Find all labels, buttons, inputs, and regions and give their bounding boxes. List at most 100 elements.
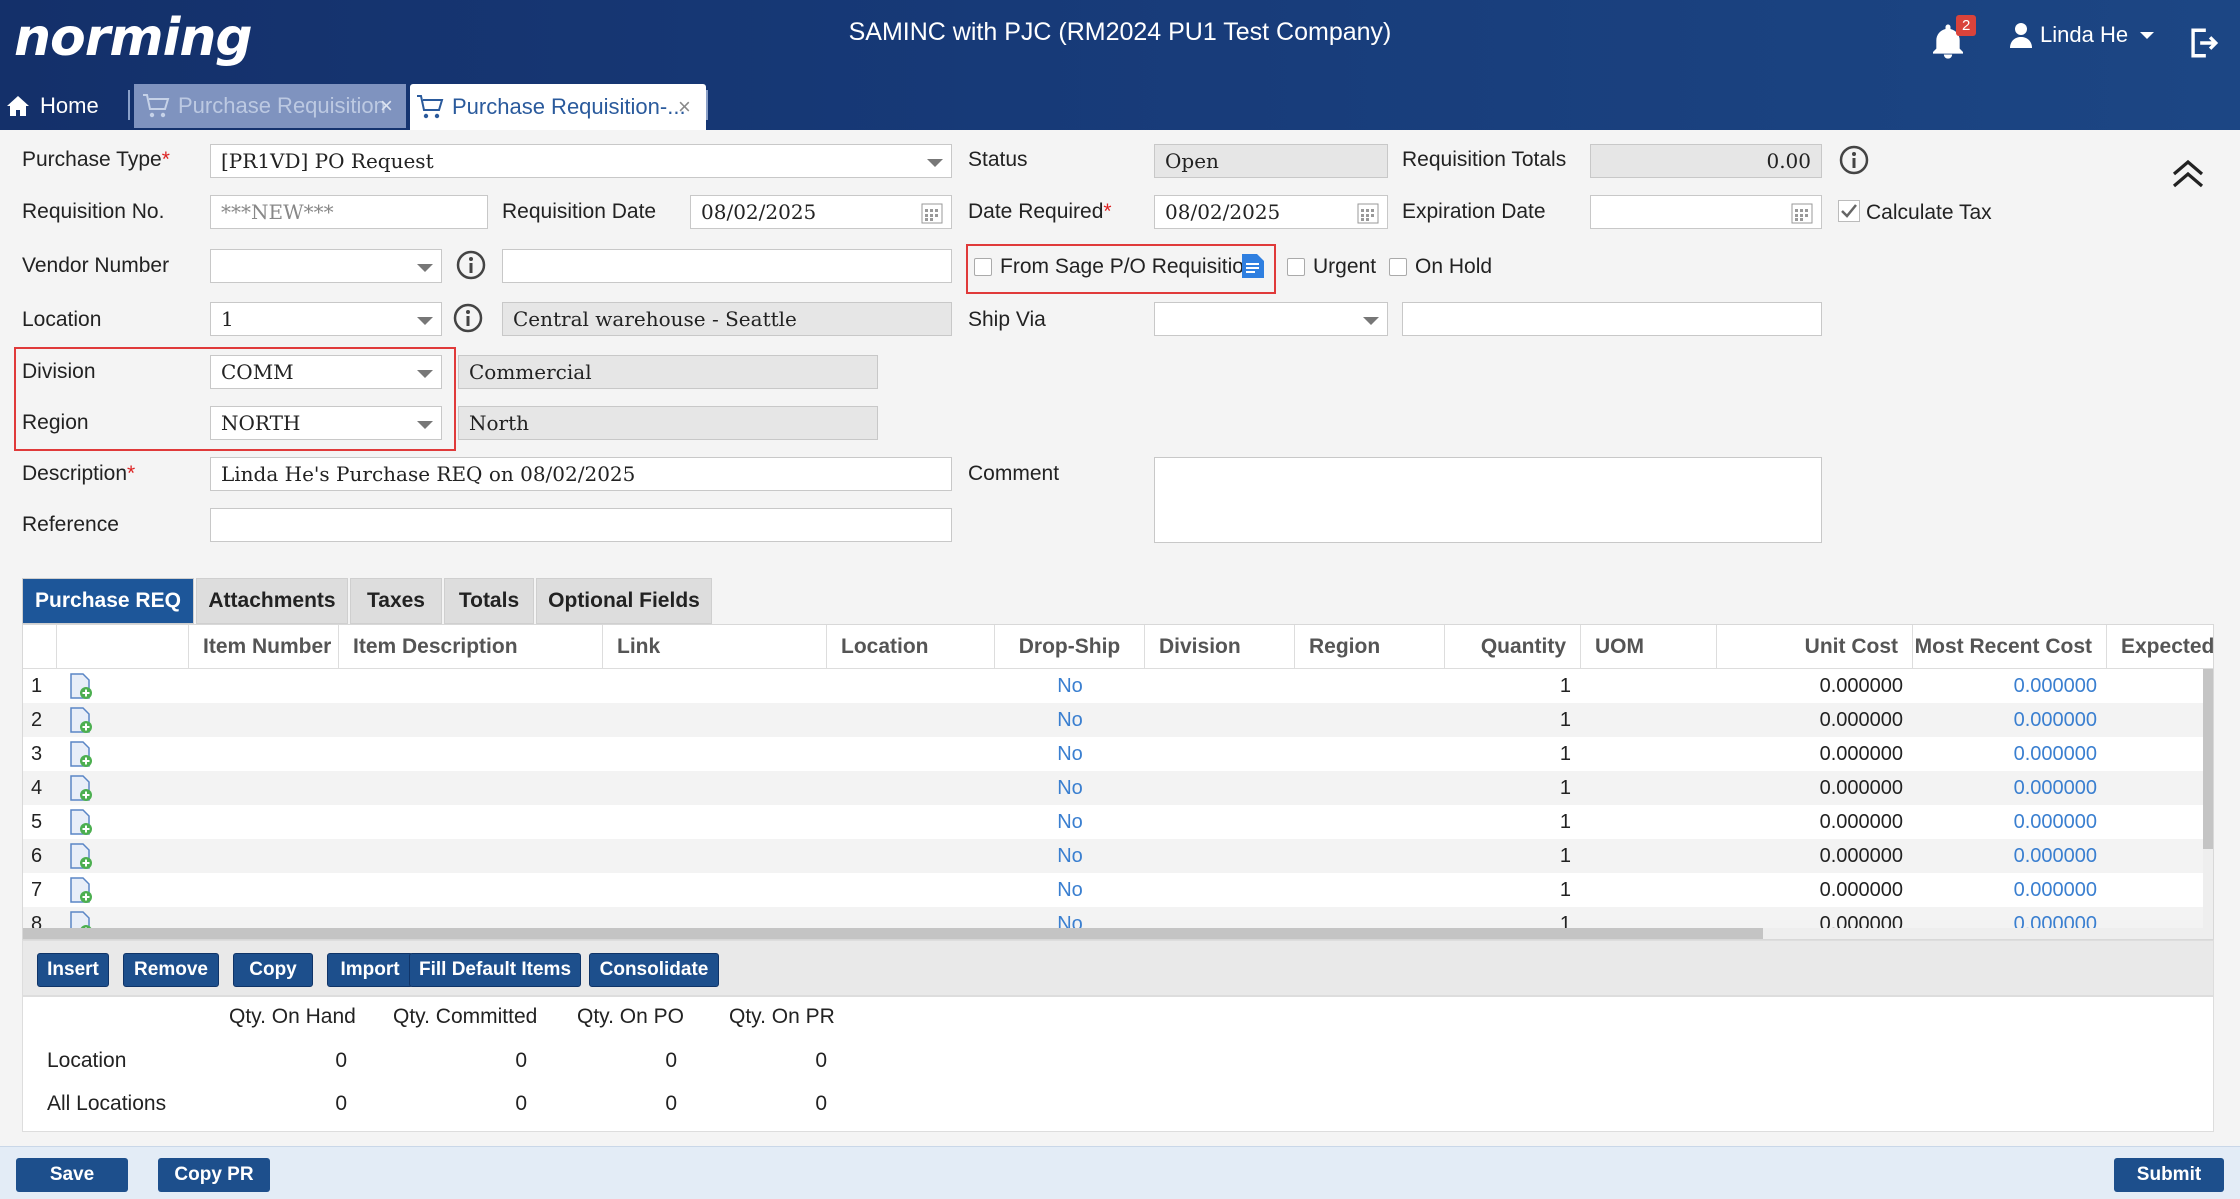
- consolidate-button[interactable]: Consolidate: [589, 953, 719, 987]
- drop-ship-link[interactable]: No: [995, 839, 1145, 873]
- quantity-cell[interactable]: 1: [1445, 669, 1571, 703]
- most-recent-cost-link[interactable]: 0.000000: [1913, 771, 2097, 805]
- calculate-tax-checkbox[interactable]: [1838, 200, 1860, 222]
- user-menu[interactable]: Linda He: [2010, 22, 2155, 48]
- info-icon[interactable]: [455, 249, 487, 281]
- division-select[interactable]: COMM: [210, 355, 442, 389]
- region-select[interactable]: NORTH: [210, 406, 442, 440]
- location-select[interactable]: 1: [210, 302, 442, 336]
- tab-totals[interactable]: Totals: [444, 578, 534, 624]
- table-row[interactable]: 2 No 1 0.000000 0.000000: [23, 703, 2203, 737]
- most-recent-cost-link[interactable]: 0.000000: [1913, 839, 2097, 873]
- table-row[interactable]: 4 No 1 0.000000 0.000000: [23, 771, 2203, 805]
- most-recent-cost-link[interactable]: 0.000000: [1913, 703, 2097, 737]
- collapse-up-icon[interactable]: [2170, 156, 2206, 190]
- add-document-icon[interactable]: [69, 672, 93, 700]
- save-button[interactable]: Save: [16, 1158, 128, 1192]
- description-field[interactable]: Linda He's Purchase REQ on 08/02/2025: [210, 457, 952, 491]
- requisition-no-field[interactable]: ***NEW***: [210, 195, 488, 229]
- drop-ship-link[interactable]: No: [995, 669, 1145, 703]
- drop-ship-link[interactable]: No: [995, 771, 1145, 805]
- tab-optional-fields[interactable]: Optional Fields: [536, 578, 712, 624]
- reference-field[interactable]: [210, 508, 952, 542]
- unit-cost-cell[interactable]: 0.000000: [1717, 873, 1903, 907]
- on-hold-checkbox[interactable]: [1389, 258, 1407, 276]
- fill-default-items-button[interactable]: Fill Default Items: [409, 953, 581, 987]
- grid-header-expected[interactable]: Expected: [2107, 625, 2213, 669]
- table-row[interactable]: 5 No 1 0.000000 0.000000: [23, 805, 2203, 839]
- expiration-date-field[interactable]: [1590, 195, 1822, 229]
- unit-cost-cell[interactable]: 0.000000: [1717, 703, 1903, 737]
- unit-cost-cell[interactable]: 0.000000: [1717, 669, 1903, 703]
- vendor-number-select[interactable]: [210, 249, 442, 283]
- table-row[interactable]: 6 No 1 0.000000 0.000000: [23, 839, 2203, 873]
- close-icon[interactable]: ×: [380, 93, 393, 119]
- remove-button[interactable]: Remove: [123, 953, 219, 987]
- table-row[interactable]: 1 No 1 0.000000 0.000000: [23, 669, 2203, 703]
- grid-header-most-recent-cost[interactable]: Most Recent Cost: [1913, 625, 2107, 669]
- from-sage-checkbox[interactable]: [974, 258, 992, 276]
- urgent-checkbox[interactable]: [1287, 258, 1305, 276]
- grid-header-location[interactable]: Location: [827, 625, 995, 669]
- quantity-cell[interactable]: 1: [1445, 737, 1571, 771]
- calendar-icon[interactable]: [1357, 202, 1379, 224]
- most-recent-cost-link[interactable]: 0.000000: [1913, 669, 2097, 703]
- quantity-cell[interactable]: 1: [1445, 805, 1571, 839]
- grid-header-quantity[interactable]: Quantity: [1445, 625, 1581, 669]
- tab-purchase-requisition-active[interactable]: Purchase Requisition-... ×: [410, 84, 706, 130]
- document-icon[interactable]: [1240, 252, 1266, 280]
- drop-ship-link[interactable]: No: [995, 737, 1145, 771]
- horizontal-scrollbar[interactable]: [23, 928, 2203, 939]
- drop-ship-link[interactable]: No: [995, 703, 1145, 737]
- vertical-scrollbar[interactable]: [2203, 669, 2213, 939]
- drop-ship-link[interactable]: No: [995, 873, 1145, 907]
- quantity-cell[interactable]: 1: [1445, 771, 1571, 805]
- add-document-icon[interactable]: [69, 706, 93, 734]
- grid-header-region[interactable]: Region: [1295, 625, 1445, 669]
- info-icon[interactable]: [452, 302, 484, 334]
- ship-via-name-field[interactable]: [1402, 302, 1822, 336]
- ship-via-select[interactable]: [1154, 302, 1388, 336]
- grid-header-division[interactable]: Division: [1145, 625, 1295, 669]
- tab-purchase-req[interactable]: Purchase REQ: [22, 578, 194, 624]
- requisition-date-field[interactable]: 08/02/2025: [690, 195, 952, 229]
- tab-taxes[interactable]: Taxes: [350, 578, 442, 624]
- import-button[interactable]: Import: [327, 953, 413, 987]
- copy-button[interactable]: Copy: [233, 953, 313, 987]
- quantity-cell[interactable]: 1: [1445, 703, 1571, 737]
- grid-header-item-number[interactable]: Item Number: [189, 625, 339, 669]
- grid-header-drop-ship[interactable]: Drop-Ship: [995, 625, 1145, 669]
- quantity-cell[interactable]: 1: [1445, 839, 1571, 873]
- add-document-icon[interactable]: [69, 876, 93, 904]
- unit-cost-cell[interactable]: 0.000000: [1717, 839, 1903, 873]
- unit-cost-cell[interactable]: 0.000000: [1717, 771, 1903, 805]
- add-document-icon[interactable]: [69, 774, 93, 802]
- tab-home[interactable]: Home: [6, 86, 99, 126]
- table-row[interactable]: 7 No 1 0.000000 0.000000: [23, 873, 2203, 907]
- grid-header-item-description[interactable]: Item Description: [339, 625, 603, 669]
- vendor-name-field[interactable]: [502, 249, 952, 283]
- submit-button[interactable]: Submit: [2114, 1158, 2224, 1192]
- unit-cost-cell[interactable]: 0.000000: [1717, 805, 1903, 839]
- insert-button[interactable]: Insert: [37, 953, 109, 987]
- add-document-icon[interactable]: [69, 842, 93, 870]
- purchase-type-select[interactable]: [PR1VD] PO Request: [210, 144, 952, 178]
- copy-pr-button[interactable]: Copy PR: [158, 1158, 270, 1192]
- unit-cost-cell[interactable]: 0.000000: [1717, 737, 1903, 771]
- table-row[interactable]: 3 No 1 0.000000 0.000000: [23, 737, 2203, 771]
- grid-header-unit-cost[interactable]: Unit Cost: [1717, 625, 1913, 669]
- most-recent-cost-link[interactable]: 0.000000: [1913, 737, 2097, 771]
- grid-header-link[interactable]: Link: [603, 625, 827, 669]
- calendar-icon[interactable]: [1791, 202, 1813, 224]
- info-icon[interactable]: [1838, 144, 1870, 176]
- close-icon[interactable]: ×: [678, 94, 691, 120]
- most-recent-cost-link[interactable]: 0.000000: [1913, 805, 2097, 839]
- logout-icon[interactable]: [2186, 26, 2220, 60]
- quantity-cell[interactable]: 1: [1445, 873, 1571, 907]
- drop-ship-link[interactable]: No: [995, 805, 1145, 839]
- add-document-icon[interactable]: [69, 740, 93, 768]
- grid-header-uom[interactable]: UOM: [1581, 625, 1717, 669]
- tab-attachments[interactable]: Attachments: [196, 578, 348, 624]
- date-required-field[interactable]: 08/02/2025: [1154, 195, 1388, 229]
- add-document-icon[interactable]: [69, 808, 93, 836]
